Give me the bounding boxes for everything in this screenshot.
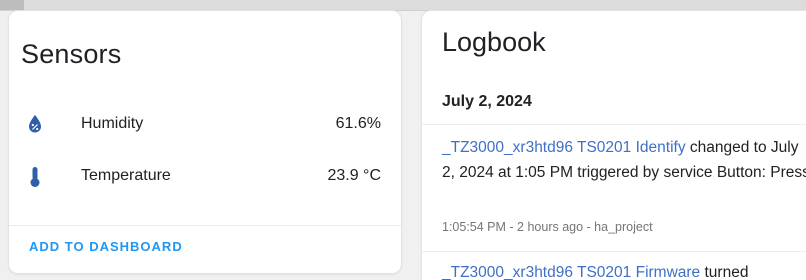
divider — [422, 251, 806, 252]
sensors-card: Sensors Humidity 61.6% Temperature 23.9 … — [8, 10, 402, 274]
sensor-label-humidity: Humidity — [81, 115, 144, 132]
sensor-label-temperature: Temperature — [81, 167, 171, 184]
top-bar-edge — [0, 0, 24, 10]
sensor-value-temperature: 23.9 °C — [327, 167, 381, 184]
logbook-entry: _TZ3000_xr3htd96 TS0201 Identify changed… — [442, 135, 806, 185]
logbook-card: Logbook July 2, 2024 _TZ3000_xr3htd96 TS… — [421, 10, 806, 280]
logbook-title: Logbook — [442, 27, 546, 57]
divider — [9, 225, 401, 226]
sensor-value-humidity: 61.6% — [335, 115, 381, 132]
sensors-title: Sensors — [21, 39, 122, 69]
sensor-row-humidity[interactable]: Humidity 61.6% — [9, 109, 401, 139]
entity-link[interactable]: _TZ3000_xr3htd96 TS0201 Identify — [442, 139, 686, 156]
divider — [422, 124, 806, 125]
entity-link[interactable]: _TZ3000_xr3htd96 TS0201 Firmware — [442, 264, 700, 280]
sensor-row-temperature[interactable]: Temperature 23.9 °C — [9, 161, 401, 191]
entry-meta: 1:05:54 PM - 2 hours ago - ha_project — [442, 220, 653, 234]
add-to-dashboard-button[interactable]: ADD TO DASHBOARD — [29, 239, 183, 254]
water-percent-icon — [27, 114, 43, 134]
thermometer-icon — [27, 166, 43, 187]
logbook-date: July 2, 2024 — [442, 93, 532, 110]
page: Sensors Humidity 61.6% Temperature 23.9 … — [0, 0, 806, 280]
logbook-entry: _TZ3000_xr3htd96 TS0201 Firmware turned — [442, 264, 748, 280]
entry-message: turned — [700, 264, 749, 280]
